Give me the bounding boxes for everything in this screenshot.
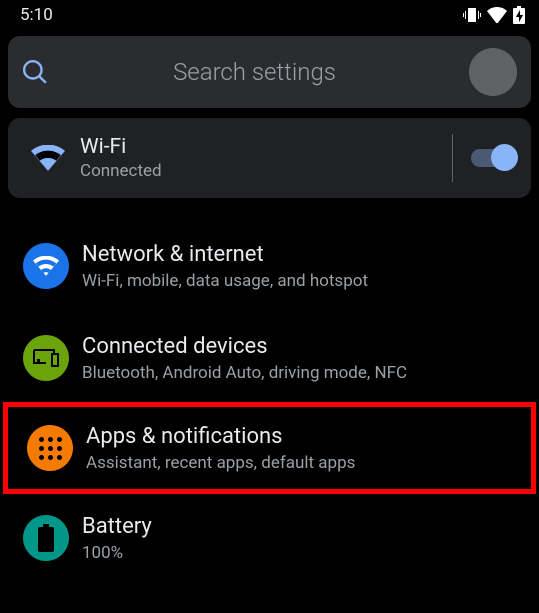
clock: 5:10	[20, 5, 53, 25]
divider	[452, 134, 453, 182]
row-subtitle: Wi-Fi, mobile, data usage, and hotspot	[82, 271, 523, 291]
settings-list: Network & internet Wi-Fi, mobile, data u…	[0, 220, 539, 584]
row-network-internet[interactable]: Network & internet Wi-Fi, mobile, data u…	[0, 220, 539, 312]
search-bar[interactable]: Search settings	[8, 36, 531, 108]
search-icon	[22, 59, 48, 85]
status-bar: 5:10	[0, 0, 539, 30]
devices-icon	[23, 335, 69, 381]
wifi-toggle[interactable]	[471, 149, 515, 167]
wifi-title: Wi-Fi	[80, 135, 434, 159]
row-title: Apps & notifications	[86, 424, 519, 449]
search-placeholder: Search settings	[64, 58, 453, 86]
wifi-circle-icon	[23, 243, 69, 289]
battery-icon	[23, 515, 69, 561]
row-battery[interactable]: Battery 100%	[0, 492, 539, 584]
vibrate-icon	[463, 7, 481, 23]
row-title: Battery	[82, 514, 523, 539]
row-apps-notifications[interactable]: Apps & notifications Assistant, recent a…	[3, 402, 536, 494]
wifi-status-icon	[487, 7, 507, 23]
row-title: Connected devices	[82, 334, 523, 359]
row-subtitle: Bluetooth, Android Auto, driving mode, N…	[82, 363, 523, 383]
wifi-icon	[31, 145, 65, 171]
avatar[interactable]	[469, 48, 517, 96]
wifi-subtitle: Connected	[80, 161, 434, 181]
row-connected-devices[interactable]: Connected devices Bluetooth, Android Aut…	[0, 312, 539, 404]
row-subtitle: Assistant, recent apps, default apps	[86, 453, 519, 473]
row-title: Network & internet	[82, 242, 523, 267]
row-subtitle: 100%	[82, 543, 523, 563]
apps-icon	[27, 425, 73, 471]
battery-charging-icon	[513, 6, 525, 24]
wifi-quick-card[interactable]: Wi-Fi Connected	[8, 118, 531, 198]
status-icons	[463, 6, 525, 24]
